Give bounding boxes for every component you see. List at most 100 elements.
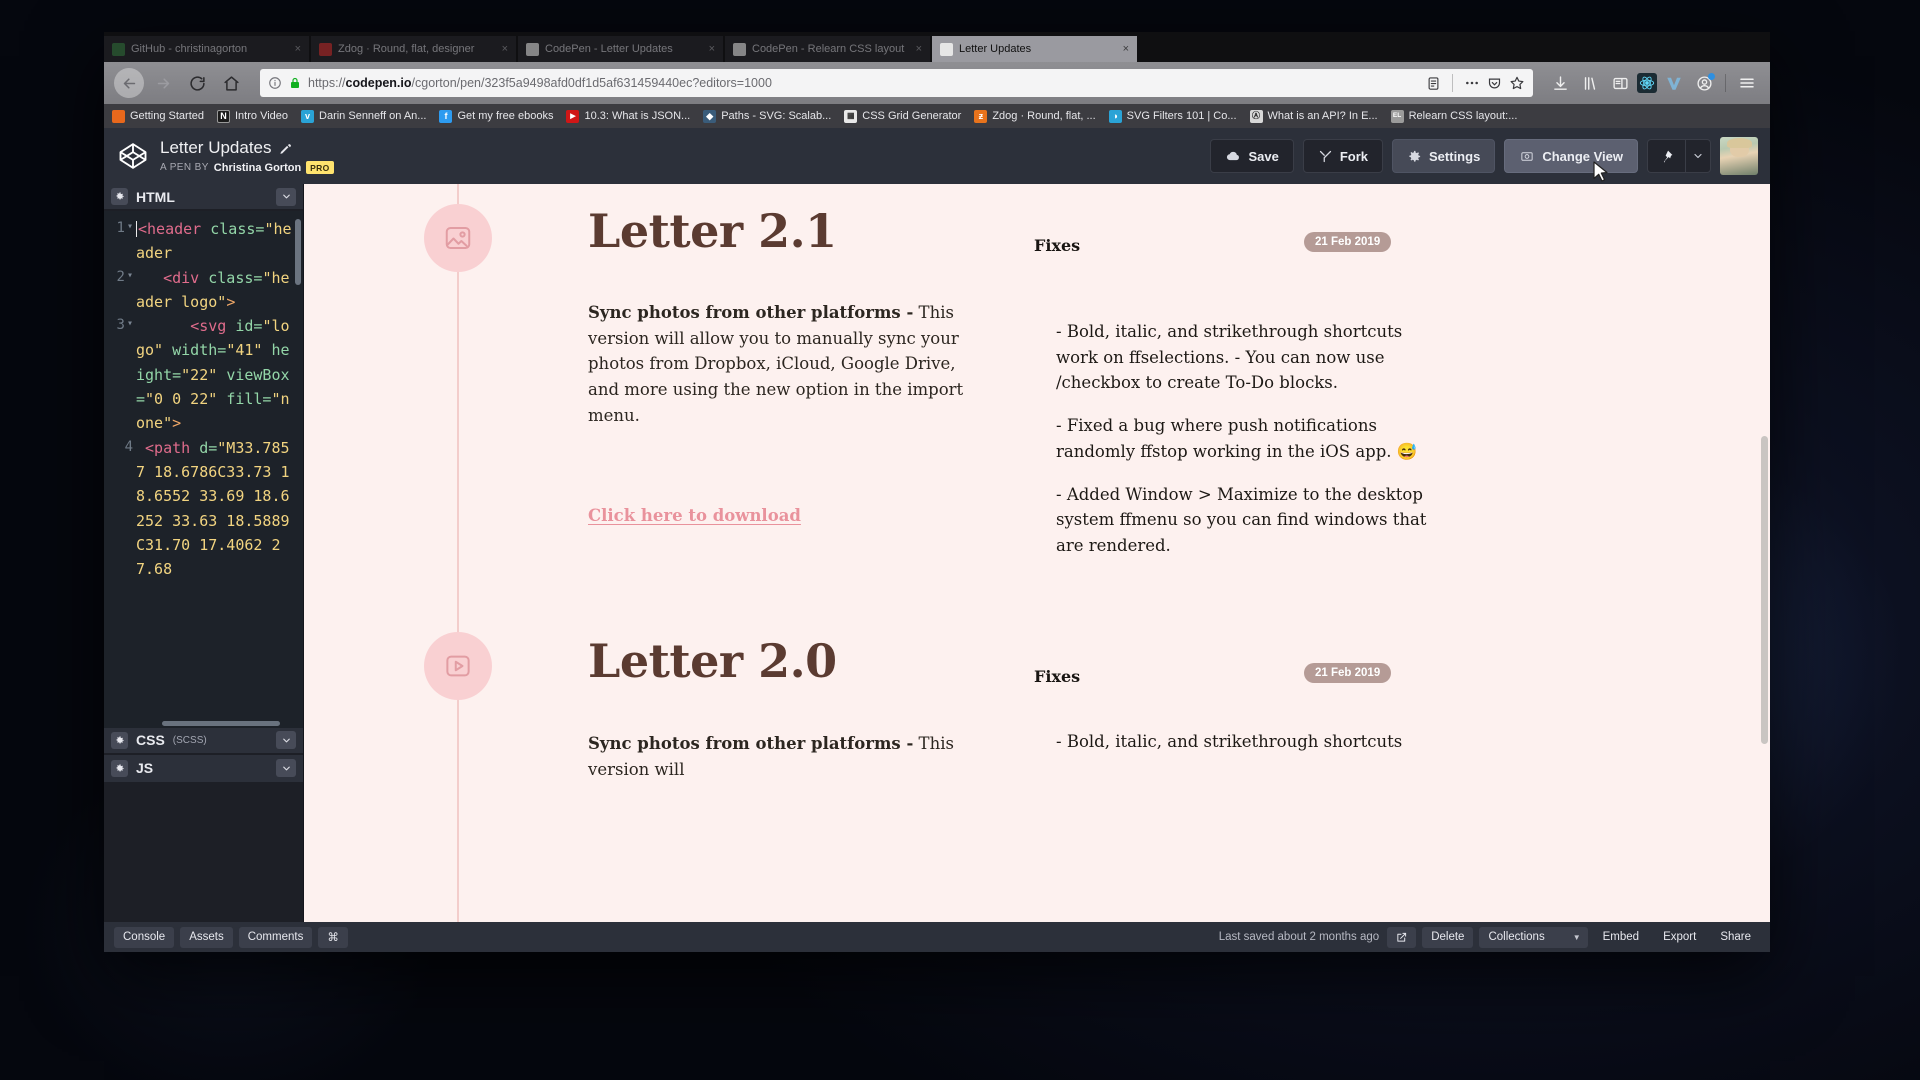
tab-favicon — [940, 42, 953, 56]
bookmark-item[interactable]: ◆ Paths - SVG: Scalab... — [703, 109, 831, 123]
export-button[interactable]: Export — [1654, 927, 1705, 948]
tab-close-icon[interactable]: × — [295, 43, 301, 55]
settings-button[interactable]: Settings — [1392, 139, 1496, 173]
downloads-icon[interactable] — [1547, 70, 1573, 96]
text-caret — [136, 221, 137, 237]
embed-button[interactable]: Embed — [1594, 927, 1648, 948]
editor-tab-css[interactable]: CSS (SCSS) — [104, 727, 303, 755]
tab-close-icon[interactable]: × — [1123, 43, 1129, 55]
bookmark-item[interactable]: N Intro Video — [217, 109, 288, 123]
edit-pencil-icon[interactable] — [279, 142, 292, 155]
vimium-icon[interactable] — [1661, 70, 1687, 96]
fold-arrow-icon[interactable]: ▾ — [127, 314, 133, 333]
keyboard-shortcut-button[interactable]: ⌘ — [318, 926, 348, 948]
pen-footer: Console Assets Comments ⌘ Last saved abo… — [104, 922, 1770, 952]
url-bar[interactable]: https://codepen.io/cgorton/pen/323f5a949… — [260, 69, 1533, 97]
download-link[interactable]: Click here to download — [588, 506, 801, 525]
preview-scrollbar[interactable] — [1761, 436, 1768, 744]
back-button[interactable] — [114, 68, 144, 98]
code-text: <div class="header logo"> — [136, 268, 290, 311]
line-number: 2 ▾ — [104, 266, 136, 315]
hamburger-menu-icon[interactable] — [1734, 70, 1760, 96]
pen-author-row: A PEN BY Christina Gorton PRO — [160, 161, 334, 174]
chevron-down-icon[interactable] — [276, 731, 296, 750]
gear-icon[interactable] — [111, 759, 128, 777]
bookmark-item[interactable]: EL Relearn CSS layout:... — [1390, 109, 1517, 123]
bookmark-label: What is an API? In E... — [1267, 110, 1378, 122]
browser-tab[interactable]: CodePen - Letter Updates × — [518, 36, 723, 62]
browser-tab-strip: GitHub - christinagorton × Zdog · Round,… — [104, 32, 1770, 62]
tab-close-icon[interactable]: × — [709, 43, 715, 55]
comments-button[interactable]: Comments — [238, 926, 313, 948]
fold-arrow-icon[interactable]: ▾ — [127, 266, 133, 285]
fork-button[interactable]: Fork — [1302, 139, 1384, 173]
react-devtools-icon[interactable] — [1637, 73, 1657, 93]
bookmark-favicon: ◆ — [703, 109, 717, 123]
bookmark-item[interactable]: ƶ Zdog · Round, flat, ... — [974, 109, 1096, 123]
share-button[interactable]: Share — [1711, 927, 1760, 948]
bookmark-favicon: N — [217, 109, 230, 123]
codepen-app: Letter Updates A PEN BY Christina Gorton… — [104, 128, 1770, 952]
fixes-list: - Bold, italic, and strikethrough shortc… — [1056, 729, 1436, 772]
reload-button[interactable] — [182, 68, 212, 98]
pen-by-prefix: A PEN BY — [160, 162, 209, 173]
bookmark-item[interactable]: ▦ CSS Grid Generator — [844, 109, 961, 123]
code-line: 2 ▾ <div class="header logo"> — [104, 266, 301, 315]
collections-select[interactable]: Collections ▼ — [1479, 926, 1588, 948]
gear-icon[interactable] — [111, 731, 128, 749]
more-options-icon[interactable] — [1464, 75, 1480, 91]
save-label: Save — [1248, 148, 1279, 164]
library-icon[interactable] — [1577, 70, 1603, 96]
code-line: 3 ▾ <svg id="logo" width="41" height="22"… — [104, 314, 301, 435]
editor-vertical-scrollbar[interactable] — [295, 219, 301, 285]
bookmark-item[interactable]: ▶ 10.3: What is JSON... — [566, 109, 690, 123]
chevron-down-icon[interactable] — [1685, 139, 1711, 173]
bookmark-item[interactable]: Getting Started — [112, 109, 204, 123]
bookmark-item[interactable]: ◑ SVG Filters 101 | Co... — [1108, 109, 1237, 123]
codepen-logo-icon[interactable] — [118, 141, 148, 171]
forward-button[interactable] — [148, 68, 178, 98]
bookmark-item[interactable]: f Get my free ebooks — [439, 109, 553, 123]
open-external-button[interactable] — [1387, 926, 1417, 948]
tab-close-icon[interactable]: × — [502, 43, 508, 55]
bookmark-item[interactable]: v Darin Senneff on An... — [301, 109, 426, 123]
change-view-button[interactable]: Change View — [1504, 139, 1638, 173]
sidebar-icon[interactable] — [1607, 70, 1633, 96]
editor-horizontal-scrollbar[interactable] — [162, 720, 280, 726]
pen-title-block: Letter Updates A PEN BY Christina Gorton… — [160, 138, 334, 174]
editor-tab-html[interactable]: HTML — [104, 184, 303, 211]
chevron-down-icon[interactable] — [276, 187, 296, 206]
assets-button[interactable]: Assets — [180, 926, 233, 948]
editor-tab-js[interactable]: JS — [104, 754, 303, 782]
pin-button[interactable] — [1647, 139, 1685, 173]
bookmark-item[interactable]: Ⓐ What is an API? In E... — [1249, 109, 1378, 123]
browser-tab-active[interactable]: Letter Updates × — [932, 36, 1137, 62]
browser-tab[interactable]: GitHub - christinagorton × — [104, 36, 309, 62]
url-divider — [1452, 74, 1453, 92]
fix-item: - Added Window > Maximize to the desktop… — [1056, 484, 1427, 556]
page-info-icon[interactable] — [268, 76, 282, 90]
reader-view-icon[interactable] — [1426, 76, 1441, 91]
browser-tab[interactable]: CodePen - Relearn CSS layout × — [725, 36, 930, 62]
gear-icon[interactable] — [111, 188, 128, 205]
chevron-down-icon[interactable] — [276, 759, 296, 778]
account-icon[interactable] — [1691, 70, 1717, 96]
pen-author-name[interactable]: Christina Gorton — [214, 162, 301, 174]
console-button[interactable]: Console — [114, 926, 175, 948]
save-button[interactable]: Save — [1210, 139, 1294, 173]
bookmark-star-icon[interactable] — [1509, 75, 1525, 91]
avatar[interactable] — [1720, 137, 1758, 175]
browser-tab[interactable]: Zdog · Round, flat, designer × — [311, 36, 516, 62]
home-button[interactable] — [216, 68, 246, 98]
bookmark-favicon: f — [439, 109, 453, 123]
pocket-icon[interactable] — [1487, 76, 1502, 91]
tab-close-icon[interactable]: × — [916, 43, 922, 55]
delete-button[interactable]: Delete — [1422, 926, 1474, 948]
bookmark-favicon: ◑ — [1108, 109, 1122, 123]
editor-label: JS — [136, 760, 154, 777]
bookmark-favicon: ▶ — [566, 109, 580, 123]
date-badge: 21 Feb 2019 — [1304, 232, 1392, 252]
html-code-editor[interactable]: 1 ▾ <header class="header 2 ▾ <div class="… — [104, 211, 303, 728]
fold-arrow-icon[interactable]: ▾ — [127, 217, 133, 236]
preview-pane[interactable]: Letter 2.1 Sync photos from other platfo… — [304, 184, 1770, 922]
